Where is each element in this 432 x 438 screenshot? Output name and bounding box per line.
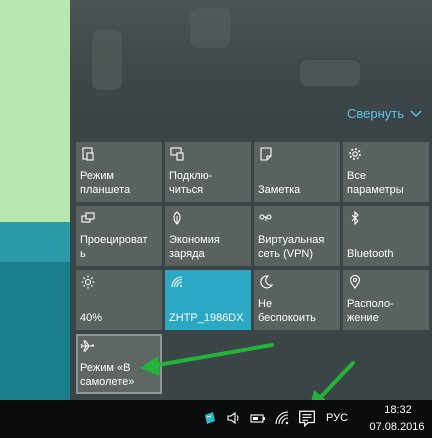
tile-bluetooth[interactable]: Bluetooth bbox=[343, 206, 429, 266]
tile-label: Подклю- читься bbox=[169, 170, 213, 196]
tablet-mode-tray-icon[interactable] bbox=[202, 410, 218, 426]
tile-project[interactable]: Проецироват ь bbox=[76, 206, 162, 266]
desktop-background bbox=[0, 0, 70, 222]
action-center-notifications-area bbox=[70, 0, 432, 120]
tile-battery-saver[interactable]: Экономия заряда bbox=[165, 206, 251, 266]
note-icon bbox=[258, 147, 274, 161]
tile-label: 40% bbox=[80, 312, 103, 324]
quiet-hours-moon-icon bbox=[258, 275, 274, 289]
tile-quiet-hours[interactable]: Не беспокоить bbox=[254, 270, 340, 330]
clock-date[interactable]: 07.08.2016 bbox=[366, 421, 428, 433]
blurred-notification bbox=[92, 30, 122, 90]
tile-label: Режим «В самолете» bbox=[80, 362, 135, 388]
brightness-icon bbox=[80, 275, 96, 289]
tile-all-settings[interactable]: Все параметры bbox=[343, 142, 429, 202]
tile-wifi-network[interactable]: ZHTP_1986DX bbox=[165, 270, 251, 330]
bluetooth-icon bbox=[347, 211, 363, 225]
project-icon bbox=[80, 211, 96, 225]
wifi-icon bbox=[169, 275, 185, 289]
tile-label: Все параметры bbox=[347, 170, 404, 196]
blurred-notification bbox=[300, 60, 360, 86]
vpn-icon bbox=[258, 211, 274, 225]
tile-tablet-mode[interactable]: Режим планшета bbox=[76, 142, 162, 202]
location-icon bbox=[347, 275, 363, 289]
tile-brightness[interactable]: 40% bbox=[76, 270, 162, 330]
tile-label: Виртуальная сеть (VPN) bbox=[258, 234, 325, 260]
tile-label: Заметка bbox=[258, 184, 301, 196]
desktop-background-band bbox=[0, 222, 70, 262]
action-center-icon[interactable] bbox=[297, 408, 317, 428]
wifi-tray-icon[interactable] bbox=[274, 410, 290, 426]
quick-actions-grid: Режим планшета Подклю- читься Заметка Вс… bbox=[76, 142, 429, 394]
battery-icon[interactable] bbox=[250, 410, 266, 426]
collapse-label: Свернуть bbox=[346, 106, 404, 121]
clock-time[interactable]: 18:32 bbox=[370, 404, 426, 416]
language-indicator[interactable]: РУС bbox=[326, 412, 348, 424]
tile-note[interactable]: Заметка bbox=[254, 142, 340, 202]
airplane-icon bbox=[80, 339, 96, 353]
volume-icon[interactable] bbox=[226, 410, 242, 426]
taskbar: РУС 18:32 07.08.2016 bbox=[0, 400, 432, 438]
connect-icon bbox=[169, 147, 185, 161]
tile-label: Режим планшета bbox=[80, 170, 131, 196]
tile-location[interactable]: Располо- жение bbox=[343, 270, 429, 330]
tablet-mode-icon bbox=[80, 147, 96, 161]
tile-label: Экономия заряда bbox=[169, 234, 220, 260]
tile-label: Проецироват ь bbox=[80, 234, 148, 260]
tile-label: ZHTP_1986DX bbox=[169, 312, 244, 324]
settings-gear-icon bbox=[347, 147, 363, 161]
blurred-notification bbox=[190, 8, 230, 48]
tile-vpn[interactable]: Виртуальная сеть (VPN) bbox=[254, 206, 340, 266]
collapse-button[interactable]: Свернуть bbox=[347, 106, 422, 121]
tile-label: Bluetooth bbox=[347, 248, 394, 260]
tile-connect[interactable]: Подклю- читься bbox=[165, 142, 251, 202]
battery-saver-icon bbox=[169, 211, 185, 225]
tile-label: Располо- жение bbox=[347, 298, 394, 324]
chevron-down-icon bbox=[410, 110, 422, 117]
tile-label: Не беспокоить bbox=[258, 298, 316, 324]
tile-airplane-mode[interactable]: Режим «В самолете» bbox=[76, 334, 162, 394]
